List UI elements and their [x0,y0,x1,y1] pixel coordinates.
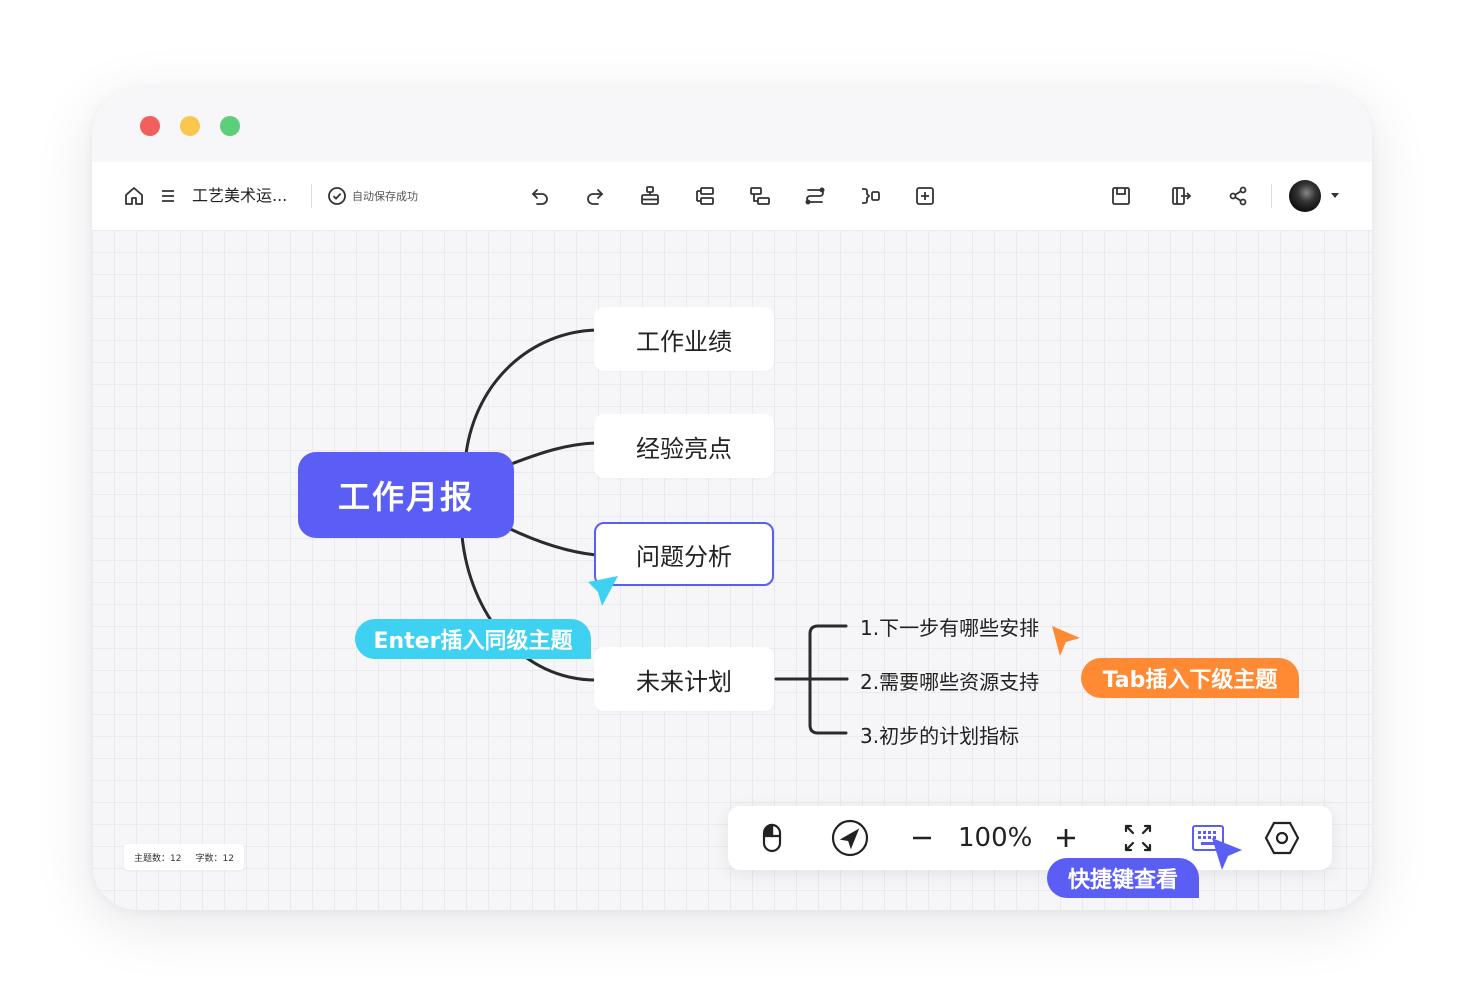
mouse-mode-icon[interactable] [752,818,792,858]
tab-hint-label: Tab插入下级主题 [1081,658,1299,698]
check-circle-icon [323,182,351,210]
relation-line-icon[interactable] [801,182,829,210]
navigate-icon[interactable] [830,818,870,858]
topic-count: 主题数：12 [134,853,182,864]
shortcut-hint-label: 快捷键查看 [1047,858,1199,898]
root-topic[interactable]: 工作月报 [298,452,514,538]
save-status: 自动保存成功 [352,190,418,203]
close-window-button[interactable] [140,116,160,136]
divider [311,184,312,208]
divider [1271,184,1272,208]
zoom-level[interactable]: 100% [958,822,1032,854]
document-stats: 主题数：12 字数：12 [124,844,244,870]
summary-icon[interactable] [856,182,884,210]
app-window: 工艺美术运... 自动保存成功 工作月报 工作业绩 经验亮点 问题分析 未来计划… [92,88,1372,910]
maximize-window-button[interactable] [220,116,240,136]
undo-icon[interactable] [526,182,554,210]
mindmap-canvas[interactable]: 工作月报 工作业绩 经验亮点 问题分析 未来计划 1.下一步有哪些安排 2.需要… [92,230,1372,910]
title-bar [92,88,1372,162]
zoom-out-icon[interactable] [906,824,938,852]
zoom-in-icon[interactable] [1050,824,1082,852]
top-toolbar: 工艺美术运... 自动保存成功 [92,162,1372,231]
save-icon[interactable] [1107,182,1135,210]
export-icon[interactable] [1167,182,1195,210]
settings-icon[interactable] [1262,818,1302,858]
share-icon[interactable] [1224,182,1252,210]
home-icon[interactable] [120,182,148,210]
fullscreen-icon[interactable] [1120,820,1156,856]
sub-topic-resources[interactable]: 2.需要哪些资源支持 [860,666,1039,695]
branch-topic-performance[interactable]: 工作业绩 [594,307,774,371]
cursor-purple-icon [1212,838,1242,870]
sub-topic-next-steps[interactable]: 1.下一步有哪些安排 [860,612,1039,641]
avatar[interactable] [1289,180,1321,212]
insert-topic-icon[interactable] [911,182,939,210]
redo-icon[interactable] [581,182,609,210]
insert-sibling-icon[interactable] [691,182,719,210]
branch-topic-highlights[interactable]: 经验亮点 [594,414,774,478]
word-count: 字数：12 [195,853,234,864]
document-title[interactable]: 工艺美术运... [192,184,287,208]
sub-topic-targets[interactable]: 3.初步的计划指标 [860,720,1019,749]
insert-parent-icon[interactable] [636,182,664,210]
cursor-cyan-icon [588,576,618,606]
insert-child-icon[interactable] [746,182,774,210]
dropdown-icon[interactable] [1331,193,1339,198]
enter-hint-label: Enter插入同级主题 [355,619,591,659]
menu-icon[interactable] [154,182,182,210]
branch-topic-future-plan[interactable]: 未来计划 [594,647,774,711]
cursor-orange-icon [1052,626,1080,656]
minimize-window-button[interactable] [180,116,200,136]
